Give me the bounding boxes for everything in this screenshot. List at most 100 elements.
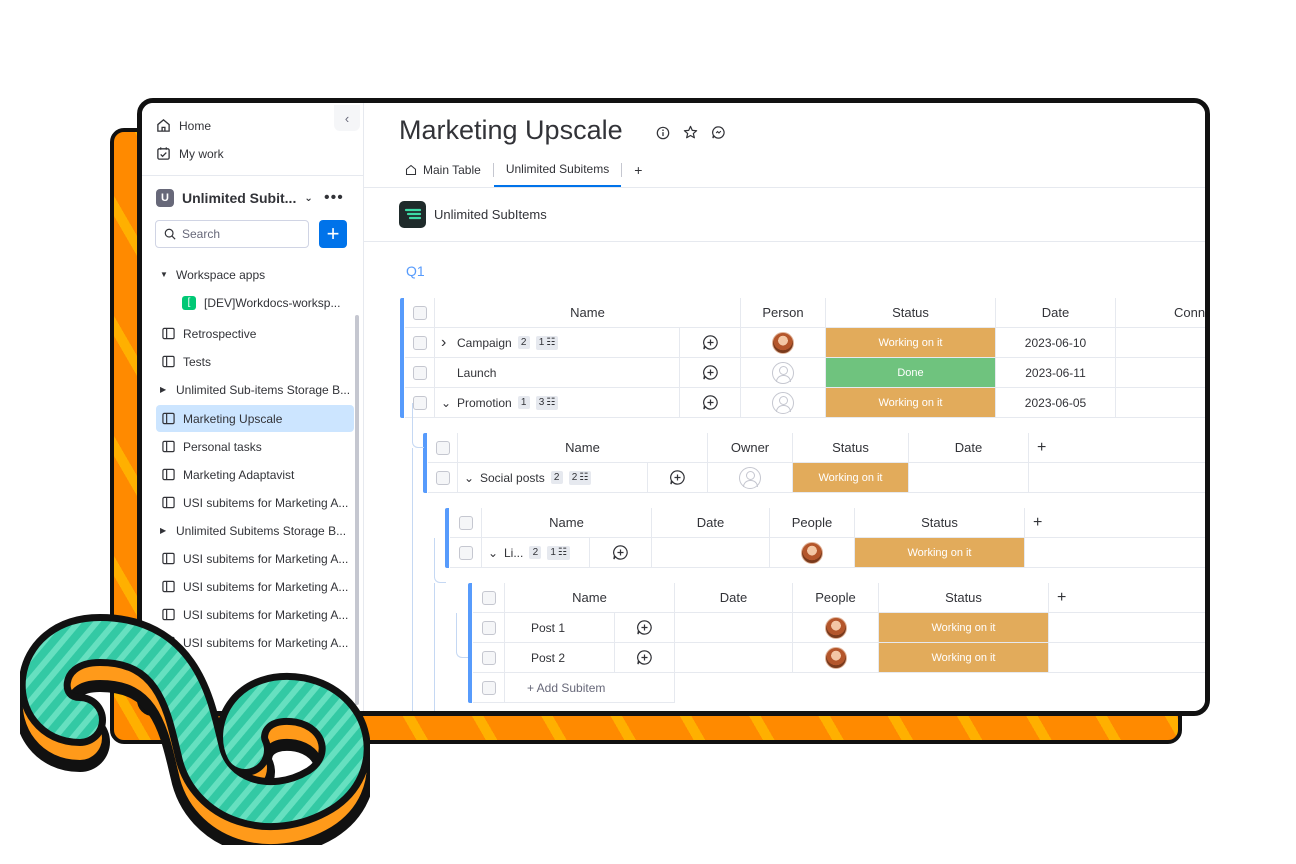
header-checkbox[interactable]: [428, 433, 458, 463]
column-header[interactable]: Name: [482, 508, 652, 538]
column-header[interactable]: Owner: [708, 433, 793, 463]
date-cell[interactable]: [675, 643, 793, 673]
column-header[interactable]: Status: [826, 298, 996, 328]
group-title[interactable]: Q1: [406, 263, 425, 279]
subitem-count-badge[interactable]: 3 ☷: [535, 395, 559, 410]
sidebar-item[interactable]: USI subitems for Marketing A...: [156, 573, 354, 600]
activity-chat-icon[interactable]: [711, 125, 726, 140]
empty-person-icon[interactable]: [772, 391, 794, 414]
date-cell[interactable]: [675, 613, 793, 643]
empty-person-icon[interactable]: [772, 361, 794, 384]
row-checkbox[interactable]: [428, 463, 458, 493]
add-update-button[interactable]: [590, 538, 652, 568]
column-header[interactable]: Date: [996, 298, 1116, 328]
people-cell[interactable]: [793, 643, 879, 673]
status-cell[interactable]: Working on it: [879, 613, 1049, 643]
row-checkbox[interactable]: [473, 613, 505, 643]
workspace-more-button[interactable]: •••: [324, 189, 344, 207]
person-avatar[interactable]: [824, 646, 847, 669]
checkbox[interactable]: [481, 620, 496, 635]
sidebar-item[interactable]: [[DEV]Workdocs-worksp...: [176, 289, 374, 316]
checkbox[interactable]: [412, 305, 427, 320]
checkbox[interactable]: [458, 545, 473, 560]
sidebar-my-work[interactable]: My work: [156, 146, 224, 161]
tab-unlimited-subitems[interactable]: Unlimited Subitems: [493, 153, 622, 187]
add-update-button[interactable]: [615, 613, 675, 643]
chevron-right-icon[interactable]: ›: [441, 334, 451, 352]
header-checkbox[interactable]: [450, 508, 482, 538]
header-checkbox[interactable]: [473, 583, 505, 613]
star-icon[interactable]: [683, 125, 698, 140]
add-update-button[interactable]: [648, 463, 708, 493]
connect-cell[interactable]: [1116, 358, 1205, 388]
checkbox[interactable]: [435, 470, 450, 485]
row-checkbox[interactable]: [473, 643, 505, 673]
column-header[interactable]: Name: [435, 298, 741, 328]
add-update-button[interactable]: [680, 358, 741, 388]
sidebar-item[interactable]: Tests: [156, 348, 354, 375]
person-cell[interactable]: [741, 388, 826, 418]
person-avatar[interactable]: [772, 331, 794, 354]
chevron-down-icon[interactable]: ⌄: [464, 471, 474, 485]
subitem-count-badge[interactable]: 2 ☷: [568, 470, 592, 485]
item-name-cell[interactable]: ⌄ Li... 2 1 ☷: [482, 538, 590, 568]
add-view-button[interactable]: +: [622, 153, 654, 187]
chevron-down-icon[interactable]: ⌄: [441, 396, 451, 410]
workspace-selector[interactable]: U Unlimited Subit... ⌄: [156, 189, 313, 207]
checkbox[interactable]: [412, 335, 427, 350]
item-name-cell[interactable]: Post 1: [505, 613, 615, 643]
chevron-down-icon[interactable]: ⌄: [488, 546, 498, 560]
owner-cell[interactable]: [708, 463, 793, 493]
item-name-cell[interactable]: Launch: [435, 358, 680, 388]
column-header[interactable]: Date: [675, 583, 793, 613]
sidebar-item[interactable]: ▼ Workspace apps: [156, 261, 354, 288]
status-cell[interactable]: Working on it: [793, 463, 909, 493]
item-name-cell[interactable]: Post 2: [505, 643, 615, 673]
checkbox[interactable]: [412, 365, 427, 380]
add-update-button[interactable]: [680, 388, 741, 418]
row-checkbox[interactable]: [405, 358, 435, 388]
column-header[interactable]: Status: [793, 433, 909, 463]
people-cell[interactable]: [770, 538, 855, 568]
item-name-cell[interactable]: › Campaign 2 1 ☷: [435, 328, 680, 358]
subitem-count-badge[interactable]: 1 ☷: [547, 545, 570, 560]
checkbox[interactable]: [458, 515, 473, 530]
date-cell[interactable]: 2023-06-11: [996, 358, 1116, 388]
add-update-button[interactable]: [680, 328, 741, 358]
sidebar-item[interactable]: USI subitems for Marketing A...: [156, 545, 354, 572]
column-header[interactable]: Person: [741, 298, 826, 328]
sidebar-item[interactable]: ▶ Unlimited Subitems Storage B...: [156, 517, 354, 544]
column-header[interactable]: Name: [505, 583, 675, 613]
status-cell[interactable]: Working on it: [879, 643, 1049, 673]
add-column-button[interactable]: +: [1025, 508, 1205, 538]
add-item-button[interactable]: +: [319, 220, 347, 248]
status-cell[interactable]: Working on it: [826, 328, 996, 358]
sidebar-item[interactable]: Marketing Adaptavist: [156, 461, 354, 488]
checkbox[interactable]: [481, 650, 496, 665]
sidebar-item[interactable]: Marketing Upscale: [156, 405, 354, 432]
checkbox[interactable]: [481, 590, 496, 605]
connect-cell[interactable]: [1116, 388, 1205, 418]
empty-person-icon[interactable]: [739, 466, 761, 489]
info-icon[interactable]: [656, 126, 670, 140]
tab-main-table[interactable]: Main Table: [399, 153, 493, 187]
column-header[interactable]: Status: [879, 583, 1049, 613]
status-cell[interactable]: Working on it: [826, 388, 996, 418]
column-header[interactable]: Name: [458, 433, 708, 463]
column-header[interactable]: Conn: [1116, 298, 1205, 328]
add-update-button[interactable]: [615, 643, 675, 673]
date-cell[interactable]: 2023-06-05: [996, 388, 1116, 418]
item-name-cell[interactable]: ⌄ Social posts 2 2 ☷: [458, 463, 648, 493]
date-cell[interactable]: 2023-06-10: [996, 328, 1116, 358]
search-input[interactable]: Search: [155, 220, 309, 248]
date-cell[interactable]: [909, 463, 1029, 493]
people-cell[interactable]: [793, 613, 879, 643]
row-checkbox[interactable]: [405, 328, 435, 358]
column-header[interactable]: Date: [909, 433, 1029, 463]
sidebar-item[interactable]: ▶ Unlimited Sub-items Storage B...: [156, 376, 354, 403]
item-name-cell[interactable]: ⌄ Promotion 1 3 ☷: [435, 388, 680, 418]
add-column-button[interactable]: +: [1049, 583, 1205, 613]
person-avatar[interactable]: [801, 541, 823, 564]
sidebar-item[interactable]: Retrospective: [156, 320, 354, 347]
sidebar-item[interactable]: USI subitems for Marketing A...: [156, 489, 354, 516]
